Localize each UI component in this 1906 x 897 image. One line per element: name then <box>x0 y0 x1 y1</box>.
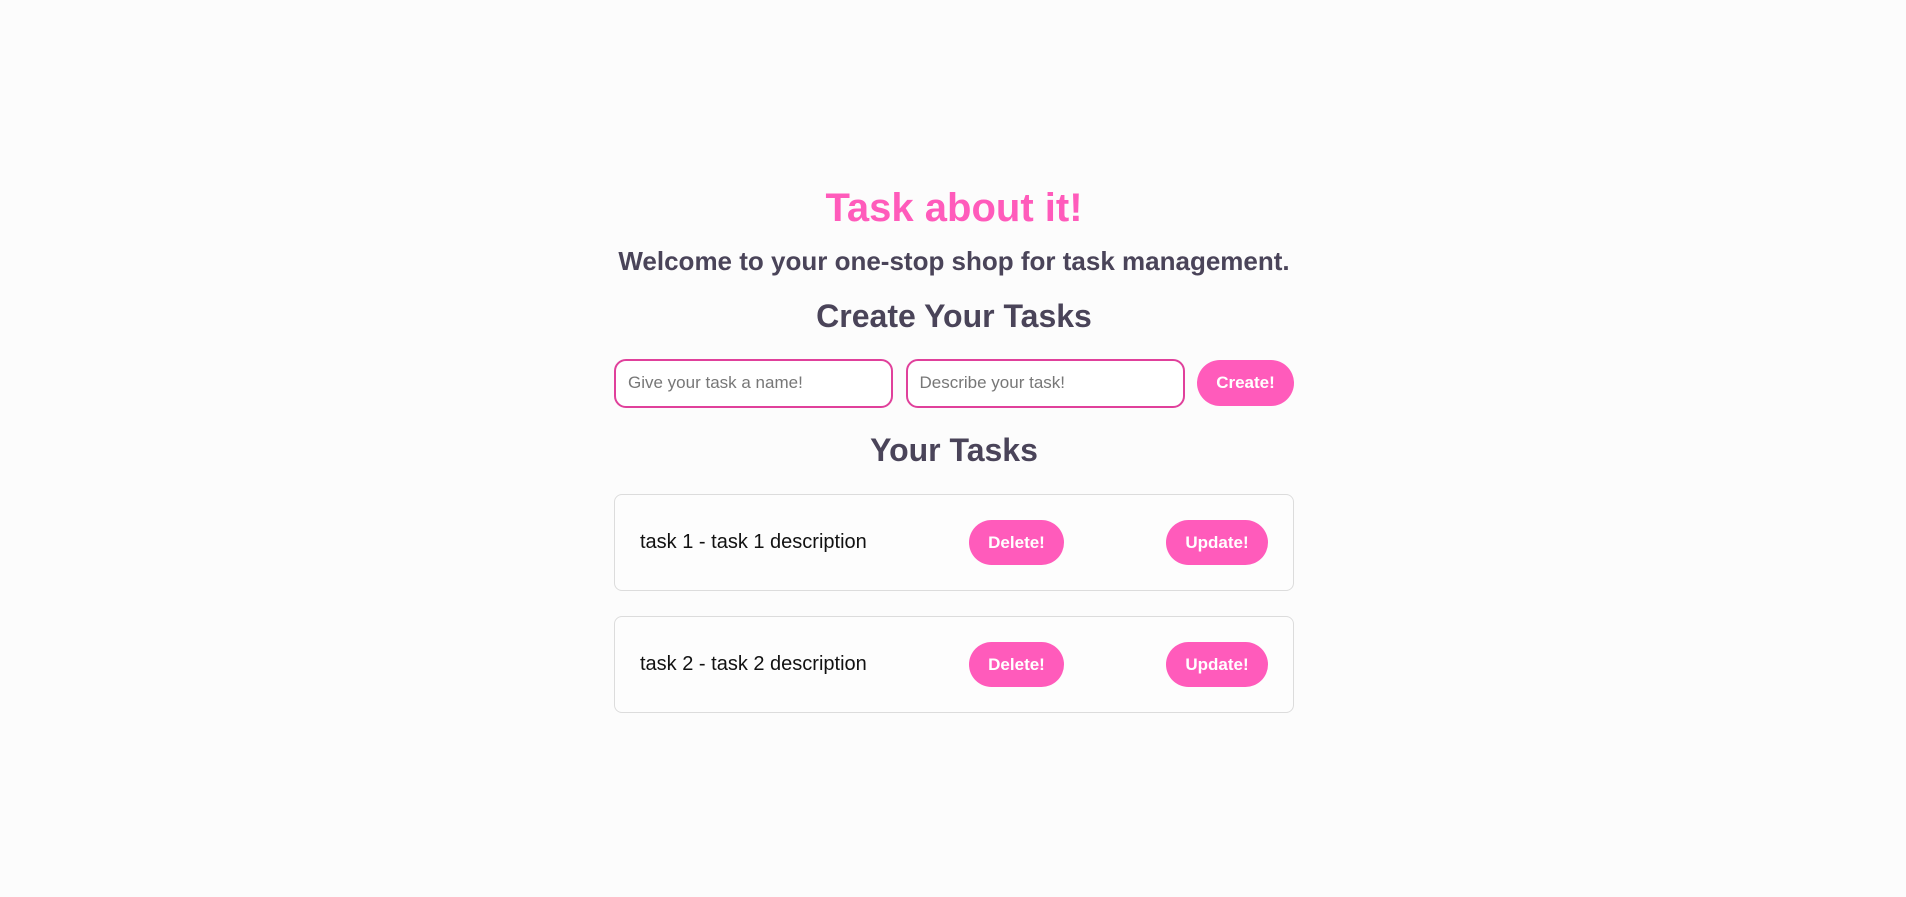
task-text: task 1 - task 1 description <box>640 531 867 553</box>
task-card: task 1 - task 1 description Delete! Upda… <box>614 494 1294 591</box>
create-button[interactable]: Create! <box>1197 360 1294 406</box>
app-title: Task about it! <box>825 186 1083 230</box>
delete-button[interactable]: Delete! <box>969 642 1064 687</box>
welcome-text: Welcome to your one-stop shop for task m… <box>618 246 1290 276</box>
your-tasks-heading: Your Tasks <box>870 432 1038 468</box>
update-button[interactable]: Update! <box>1166 642 1268 687</box>
update-button[interactable]: Update! <box>1166 520 1268 565</box>
task-list: task 1 - task 1 description Delete! Upda… <box>614 494 1294 713</box>
create-task-form: Create! <box>614 358 1294 408</box>
create-tasks-heading: Create Your Tasks <box>816 298 1092 334</box>
task-card: task 2 - task 2 description Delete! Upda… <box>614 616 1294 713</box>
task-text: task 2 - task 2 description <box>640 653 867 675</box>
task-name-input[interactable] <box>614 358 893 408</box>
delete-button[interactable]: Delete! <box>969 520 1064 565</box>
page: Task about it! Welcome to your one-stop … <box>0 0 1906 897</box>
task-description-input[interactable] <box>905 358 1185 408</box>
task-app: Task about it! Welcome to your one-stop … <box>614 180 1294 738</box>
